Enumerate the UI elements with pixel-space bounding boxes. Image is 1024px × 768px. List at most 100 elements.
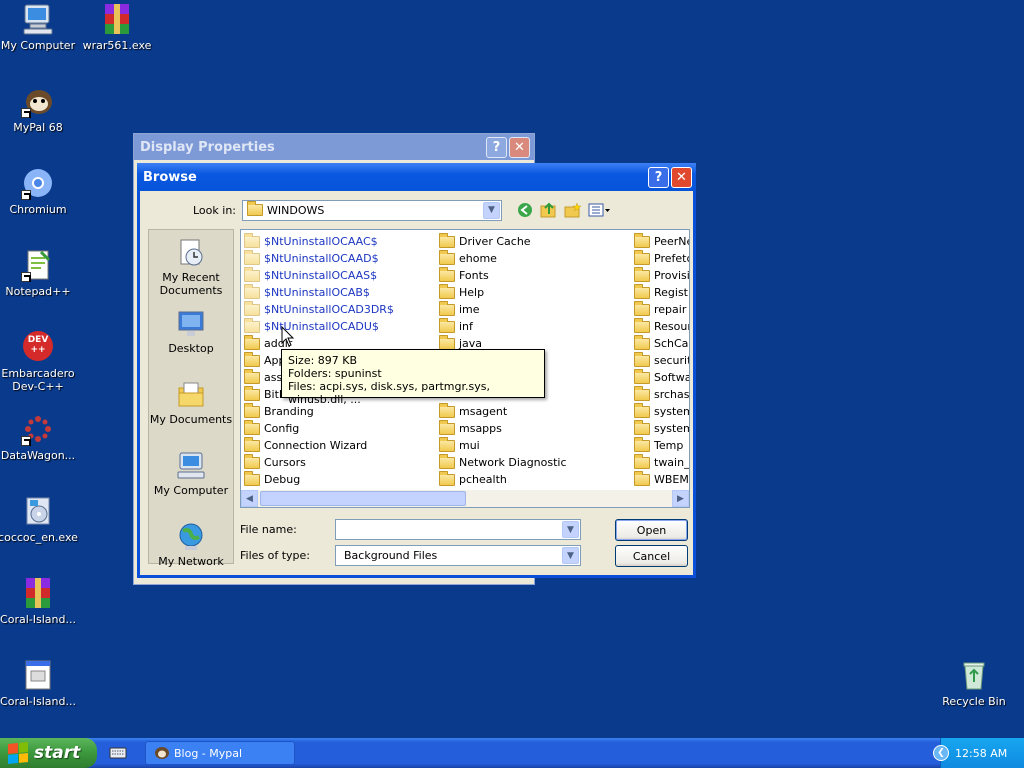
desktop-icon-devcpp[interactable]: DEV ++ Embarcadero Dev-C++ [0, 330, 78, 393]
scroll-left-icon[interactable]: ◀ [241, 490, 258, 507]
list-item[interactable]: srchass [634, 385, 689, 403]
recent-documents-icon [175, 238, 207, 268]
list-item[interactable]: Debug [244, 470, 394, 488]
list-item[interactable]: Config [244, 419, 394, 437]
tooltip-size: Size: 897 KB [288, 354, 358, 367]
scroll-thumb[interactable] [260, 491, 466, 506]
list-item[interactable]: ehome [439, 249, 567, 267]
folder-icon [634, 300, 650, 316]
open-button[interactable]: Open [615, 519, 688, 541]
list-item[interactable]: Resourc [634, 317, 689, 335]
files-of-type-dropdown[interactable]: Background Files ▼ [335, 545, 581, 566]
new-folder-button[interactable] [562, 199, 584, 221]
chevron-down-icon[interactable]: ▼ [483, 201, 500, 219]
place-my-network[interactable]: My Network [149, 514, 233, 585]
folder-icon [244, 436, 260, 452]
desktop-icon-coral-island-archive[interactable]: Coral-Island... [0, 576, 78, 626]
desktop-icon-coccoc[interactable]: coccoc_en.exe [0, 494, 78, 544]
desktop-icon-chromium[interactable]: Chromium [0, 166, 78, 216]
desktop-icon-label: coccoc_en.exe [0, 531, 78, 544]
list-item[interactable]: Connection Wizard [244, 436, 394, 454]
list-item[interactable]: system3 [634, 419, 689, 437]
folder-icon [634, 436, 650, 452]
horizontal-scrollbar[interactable]: ◀ ▶ [241, 490, 689, 507]
clock[interactable]: 12:58 AM [955, 747, 1007, 760]
folder-icon [439, 334, 455, 350]
look-in-value: WINDOWS [267, 203, 325, 217]
desktop-icon-wrar561[interactable]: wrar561.exe [77, 2, 157, 52]
list-item[interactable]: Network Diagnostic [439, 453, 567, 471]
close-button[interactable]: ✕ [671, 166, 692, 188]
place-my-computer[interactable]: My Computer [149, 443, 233, 514]
back-button[interactable] [514, 199, 536, 221]
look-in-dropdown[interactable]: WINDOWS ▼ [242, 199, 502, 221]
desktop-icon-notepadpp[interactable]: Notepad++ [0, 248, 78, 298]
desktop-icon-datawagon[interactable]: DataWagon... [0, 412, 78, 462]
folder-icon [244, 470, 260, 486]
desktop-icon-label: Coral-Island... [0, 613, 76, 626]
list-item[interactable]: Softwar [634, 368, 689, 386]
list-item[interactable]: Driver Cache [439, 232, 567, 250]
desktop-icon-coral-island-app[interactable]: Coral-Island... [0, 658, 78, 708]
list-item[interactable]: Fonts [439, 266, 567, 284]
list-item[interactable]: $NtUninstallOCAD3DR$ [244, 300, 394, 318]
close-button[interactable]: ✕ [509, 136, 530, 158]
desktop-icon-label: Chromium [9, 203, 67, 216]
view-menu-button[interactable] [586, 199, 614, 221]
list-item[interactable]: system [634, 402, 689, 420]
browse-titlebar[interactable]: Browse ? ✕ [137, 163, 696, 191]
display-properties-titlebar[interactable]: Display Properties ? ✕ [134, 134, 534, 160]
folder-icon [244, 419, 260, 435]
list-item[interactable]: inf [439, 317, 567, 335]
file-name-input[interactable]: ▼ [335, 519, 581, 540]
list-item[interactable]: msapps [439, 419, 567, 437]
help-button[interactable]: ? [648, 166, 669, 188]
list-item[interactable]: $NtUninstallOCAAC$ [244, 232, 394, 250]
list-item[interactable]: Provisio [634, 266, 689, 284]
list-item[interactable]: Prefetc [634, 249, 689, 267]
folder-icon [634, 351, 650, 367]
list-item[interactable]: Temp [634, 436, 689, 454]
list-item[interactable]: Help [439, 283, 567, 301]
shortcut-arrow-icon [21, 436, 31, 446]
place-my-recent-documents[interactable]: My Recent Documents [149, 230, 233, 301]
folder-icon [439, 402, 455, 418]
list-item[interactable]: ime [439, 300, 567, 318]
list-item[interactable]: $NtUninstallOCADU$ [244, 317, 394, 335]
list-item[interactable]: pchealth [439, 470, 567, 488]
desktop-icon-mypal[interactable]: MyPal 68 [0, 84, 78, 134]
list-item[interactable]: repair [634, 300, 689, 318]
list-item[interactable]: WBEM [634, 470, 689, 488]
tray-expand-icon[interactable]: ❮ [933, 745, 949, 761]
up-one-level-button[interactable] [538, 199, 560, 221]
folder-icon [634, 334, 650, 350]
desktop-icon-recycle-bin[interactable]: Recycle Bin [934, 658, 1014, 708]
list-item[interactable]: Registra [634, 283, 689, 301]
list-item[interactable]: $NtUninstallOCAB$ [244, 283, 394, 301]
place-desktop[interactable]: Desktop [149, 301, 233, 372]
chevron-down-icon[interactable]: ▼ [562, 521, 579, 538]
folder-icon [634, 283, 650, 299]
list-item[interactable]: Cursors [244, 453, 394, 471]
scroll-right-icon[interactable]: ▶ [672, 490, 689, 507]
quick-launch-keyboard[interactable] [105, 742, 131, 764]
list-item[interactable]: security [634, 351, 689, 369]
taskbar-item-mypal[interactable]: Blog - Mypal [145, 741, 295, 765]
list-item[interactable]: mui [439, 436, 567, 454]
desktop-icon-my-computer[interactable]: My Computer [0, 2, 78, 52]
list-item[interactable]: SchCac [634, 334, 689, 352]
list-item[interactable]: PeerNe [634, 232, 689, 250]
folder-icon [634, 249, 650, 265]
list-item[interactable]: $NtUninstallOCAAD$ [244, 249, 394, 267]
scroll-track[interactable] [258, 490, 672, 507]
folder-icon [439, 470, 455, 486]
chevron-down-icon[interactable]: ▼ [562, 547, 579, 564]
start-button[interactable]: start [0, 738, 97, 768]
cancel-button[interactable]: Cancel [615, 545, 688, 567]
list-item[interactable]: twain_3 [634, 453, 689, 471]
folder-icon [634, 470, 650, 486]
place-my-documents[interactable]: My Documents [149, 372, 233, 443]
help-button[interactable]: ? [486, 136, 507, 158]
list-item[interactable]: $NtUninstallOCAAS$ [244, 266, 394, 284]
folder-icon [244, 266, 260, 282]
